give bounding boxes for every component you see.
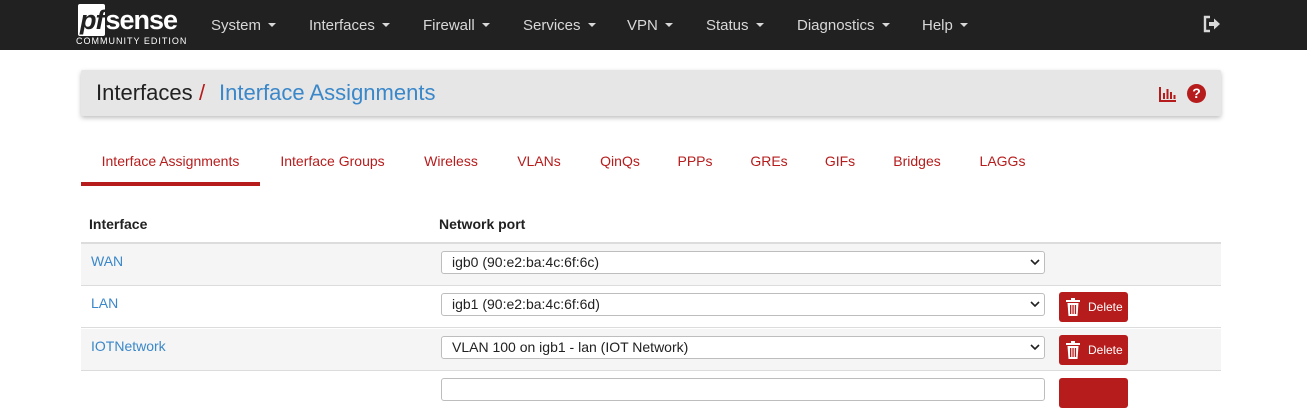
column-header-interface: Interface — [89, 216, 148, 232]
nav-menu-diagnostics[interactable]: Diagnostics — [797, 0, 890, 50]
table-row — [81, 372, 1221, 408]
tab-wireless[interactable]: Wireless — [418, 141, 484, 186]
delete-button[interactable]: Delete — [1059, 292, 1128, 322]
caret-down-icon — [664, 23, 673, 27]
caret-down-icon — [268, 23, 277, 27]
nav-menu-status[interactable]: Status — [706, 0, 764, 50]
delete-button[interactable] — [1059, 378, 1128, 408]
brand-wordmark: pfsense — [78, 4, 178, 36]
chevron-down-icon — [1030, 301, 1040, 308]
brand-edition: COMMUNITY EDITION — [76, 36, 188, 46]
pfsense-logo[interactable]: pfsense COMMUNITY EDITION — [76, 4, 186, 46]
table-row: LAN igb1 (90:e2:ba:4c:6f:6d) Delete — [81, 286, 1221, 328]
delete-button[interactable]: Delete — [1059, 335, 1128, 365]
tab-ppps[interactable]: PPPs — [672, 141, 718, 186]
table-row: WAN igb0 (90:e2:ba:4c:6f:6c) — [81, 244, 1221, 286]
page-header: Interfaces / Interface Assignments ? — [81, 70, 1221, 116]
caret-down-icon — [881, 23, 890, 27]
chevron-down-icon — [1030, 259, 1040, 266]
interface-link-wan[interactable]: WAN — [91, 253, 123, 269]
interface-link-lan[interactable]: LAN — [91, 295, 118, 311]
table-row: IOTNetwork VLAN 100 on igb1 - lan (IOT N… — [81, 329, 1221, 371]
nav-label: Diagnostics — [797, 16, 875, 34]
interface-link-iotnetwork[interactable]: IOTNetwork — [91, 338, 166, 354]
caret-down-icon — [381, 23, 390, 27]
nav-menu-vpn[interactable]: VPN — [627, 0, 673, 50]
nav-label: System — [211, 16, 262, 34]
breadcrumb-separator: / — [199, 80, 206, 105]
tab-laggs[interactable]: LAGGs — [974, 141, 1031, 186]
nav-label: Status — [706, 16, 749, 34]
nav-menu-system[interactable]: System — [211, 0, 277, 50]
tab-gifs[interactable]: GIFs — [819, 141, 861, 186]
network-port-select[interactable] — [441, 378, 1045, 401]
network-port-select[interactable]: VLAN 100 on igb1 - lan (IOT Network) — [441, 336, 1045, 359]
tab-gres[interactable]: GREs — [745, 141, 793, 186]
question-circle-icon[interactable]: ? — [1187, 84, 1206, 103]
tab-bar: Interface Assignments Interface Groups W… — [81, 141, 1221, 186]
nav-menu-firewall[interactable]: Firewall — [423, 0, 490, 50]
tab-interface-assignments[interactable]: Interface Assignments — [81, 141, 260, 186]
trash-icon — [1066, 341, 1080, 359]
nav-menu-interfaces[interactable]: Interfaces — [309, 0, 390, 50]
tab-bridges[interactable]: Bridges — [887, 141, 947, 186]
tab-vlans[interactable]: VLANs — [511, 141, 567, 186]
nav-menu-services[interactable]: Services — [523, 0, 596, 50]
trash-icon — [1066, 298, 1080, 316]
delete-label: Delete — [1088, 300, 1123, 314]
top-navbar: pfsense COMMUNITY EDITION System Interfa… — [0, 0, 1307, 50]
sign-out-icon[interactable] — [1202, 14, 1222, 34]
nav-label: Services — [523, 16, 581, 34]
column-header-network-port: Network port — [439, 216, 526, 232]
nav-menu-help[interactable]: Help — [922, 0, 968, 50]
network-port-select[interactable]: igb0 (90:e2:ba:4c:6f:6c) — [441, 251, 1045, 274]
tab-qinqs[interactable]: QinQs — [594, 141, 646, 186]
network-port-value: igb0 (90:e2:ba:4c:6f:6c) — [452, 254, 600, 270]
breadcrumb-current[interactable]: Interface Assignments — [219, 80, 435, 106]
caret-down-icon — [755, 23, 764, 27]
caret-down-icon — [959, 23, 968, 27]
tab-interface-groups[interactable]: Interface Groups — [274, 141, 391, 186]
network-port-select[interactable]: igb1 (90:e2:ba:4c:6f:6d) — [441, 293, 1045, 316]
breadcrumb-root[interactable]: Interfaces — [96, 80, 193, 106]
caret-down-icon — [587, 23, 596, 27]
network-port-value: igb1 (90:e2:ba:4c:6f:6d) — [452, 296, 600, 312]
nav-label: Firewall — [423, 16, 475, 34]
nav-label: Help — [922, 16, 953, 34]
assignments-table-header: Interface Network port — [81, 203, 1221, 244]
bar-chart-icon[interactable] — [1159, 86, 1177, 102]
nav-label: VPN — [627, 16, 658, 34]
chevron-down-icon — [1030, 344, 1040, 351]
network-port-value: VLAN 100 on igb1 - lan (IOT Network) — [452, 339, 689, 355]
delete-label: Delete — [1088, 343, 1123, 357]
caret-down-icon — [481, 23, 490, 27]
nav-label: Interfaces — [309, 16, 375, 34]
